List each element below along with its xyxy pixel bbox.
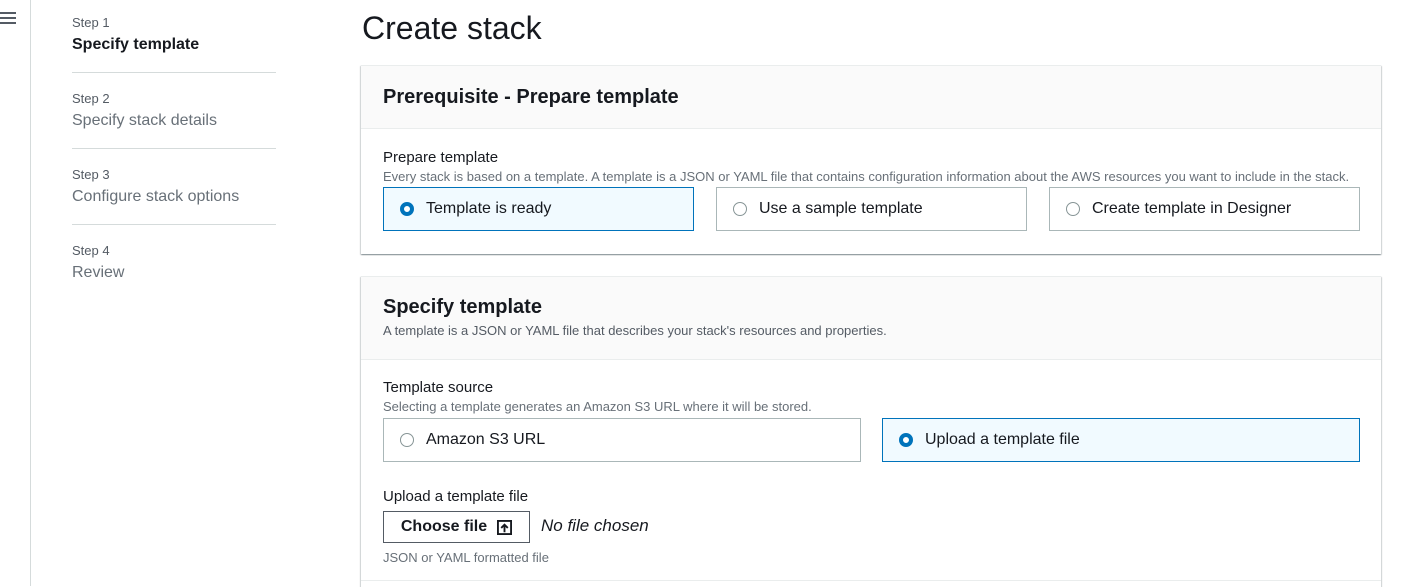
panel-header: Specify template A template is a JSON or… (361, 277, 1381, 360)
step-2[interactable]: Step 2 Specify stack details (72, 90, 276, 132)
panel-heading: Specify template (383, 296, 542, 318)
radio-unchecked-icon[interactable] (400, 433, 414, 447)
sidebar-divider (30, 0, 31, 586)
menu-icon[interactable] (0, 10, 16, 26)
panel-header: Prerequisite - Prepare template (361, 66, 1381, 129)
field-label: Prepare template (383, 149, 499, 166)
choose-file-button[interactable]: Choose file (383, 511, 530, 543)
step-title: Specify stack details (72, 112, 217, 129)
step-title: Configure stack options (72, 188, 240, 205)
option-label: Create template in Designer (1092, 200, 1292, 217)
option-sample-template[interactable]: Use a sample template (716, 187, 1027, 231)
step-number: Step 4 (72, 243, 110, 258)
divider (72, 224, 276, 225)
prepare-template-field: Prepare template Every stack is based on… (383, 148, 1349, 186)
option-label: Amazon S3 URL (426, 431, 546, 448)
radio-checked-icon[interactable] (400, 202, 414, 216)
template-source-field: Template source Selecting a template gen… (383, 378, 812, 416)
step-1[interactable]: Step 1 Specify template (72, 14, 276, 56)
step-3[interactable]: Step 3 Configure stack options (72, 166, 276, 208)
upload-hint: JSON or YAML formatted file (383, 550, 549, 565)
divider (72, 148, 276, 149)
step-number: Step 3 (72, 167, 110, 182)
option-label: Use a sample template (759, 200, 923, 217)
divider (72, 72, 276, 73)
panel-heading: Prerequisite - Prepare template (383, 85, 679, 108)
upload-field-label: Upload a template file (383, 488, 529, 505)
divider (361, 580, 1381, 581)
step-number: Step 1 (72, 15, 110, 30)
field-description: Selecting a template generates an Amazon… (383, 399, 812, 414)
radio-unchecked-icon[interactable] (733, 202, 747, 216)
upload-icon (497, 519, 513, 535)
option-template-ready[interactable]: Template is ready (383, 187, 694, 231)
field-description: Every stack is based on a template. A te… (383, 169, 1350, 184)
option-label: Template is ready (426, 200, 552, 217)
radio-checked-icon[interactable] (899, 433, 913, 447)
wizard-steps: Step 1 Specify template Step 2 Specify s… (72, 14, 276, 284)
step-4[interactable]: Step 4 Review (72, 242, 276, 284)
option-designer[interactable]: Create template in Designer (1049, 187, 1360, 231)
option-upload-file[interactable]: Upload a template file (882, 418, 1360, 462)
step-title: Specify template (72, 36, 200, 53)
option-label: Upload a template file (925, 431, 1080, 448)
panel-description: A template is a JSON or YAML file that d… (383, 323, 887, 338)
step-number: Step 2 (72, 91, 110, 106)
step-title: Review (72, 264, 125, 281)
page-title: Create stack (362, 10, 542, 46)
option-s3-url[interactable]: Amazon S3 URL (383, 418, 861, 462)
no-file-status: No file chosen (541, 516, 649, 535)
field-label: Template source (383, 379, 494, 396)
radio-unchecked-icon[interactable] (1066, 202, 1080, 216)
button-label: Choose file (400, 518, 488, 535)
